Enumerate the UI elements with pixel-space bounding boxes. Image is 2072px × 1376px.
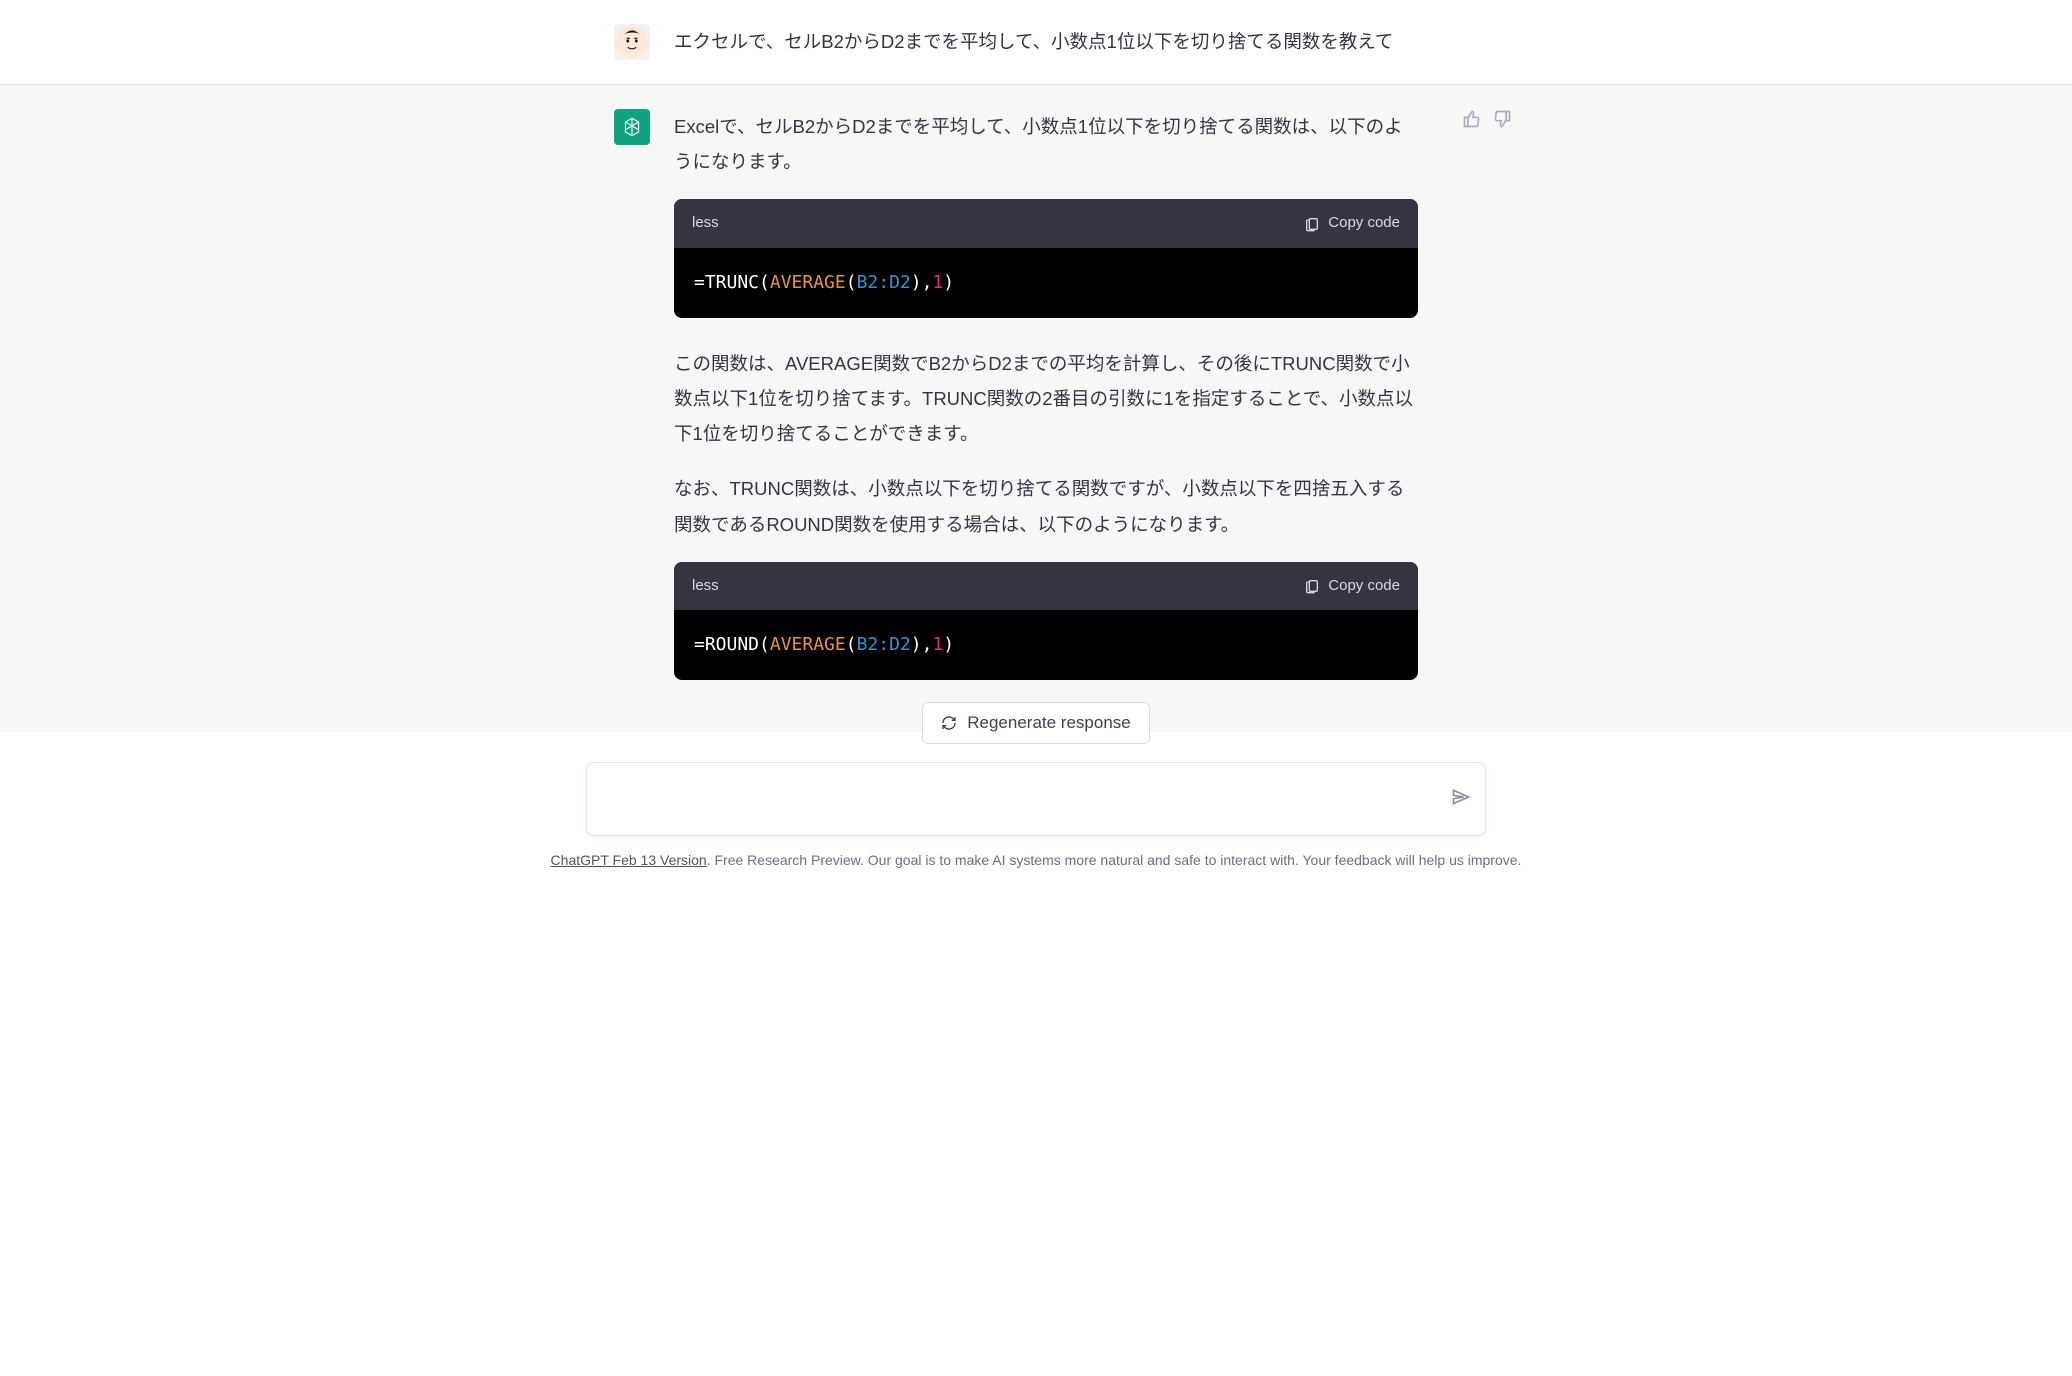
chat-input[interactable] — [605, 779, 1433, 815]
thumbs-down-icon — [1492, 109, 1512, 129]
footer-rest: . Free Research Preview. Our goal is to … — [707, 852, 1522, 868]
clipboard-icon — [1304, 578, 1320, 594]
code-block-trunc: less Copy code =TRUNC(AVERAGE(B2:D2),1) — [674, 199, 1418, 318]
send-button[interactable] — [1451, 787, 1471, 811]
assistant-paragraph: Excelで、セルB2からD2までを平均して、小数点1位以下を切り捨てる関数は、… — [674, 109, 1418, 179]
code-block-round: less Copy code =ROUND(AVERAGE(B2:D2),1) — [674, 562, 1418, 681]
code-header: less Copy code — [674, 199, 1418, 248]
code-body: =ROUND(AVERAGE(B2:D2),1) — [674, 610, 1418, 680]
assistant-message-body: Excelで、セルB2からD2までを平均して、小数点1位以下を切り捨てる関数は、… — [674, 109, 1458, 708]
thumbs-up-icon — [1462, 109, 1482, 129]
chat-input-container[interactable] — [586, 762, 1486, 836]
clipboard-icon — [1304, 216, 1320, 232]
assistant-avatar — [614, 109, 650, 145]
user-message-text: エクセルで、セルB2からD2までを平均して、小数点1位以下を切り捨てる関数を教え… — [674, 24, 1458, 60]
user-avatar — [614, 24, 650, 60]
copy-code-label: Copy code — [1328, 209, 1400, 238]
code-body: =TRUNC(AVERAGE(B2:D2),1) — [674, 248, 1418, 318]
regenerate-label: Regenerate response — [967, 713, 1131, 733]
send-icon — [1451, 787, 1471, 807]
footer-text: ChatGPT Feb 13 Version. Free Research Pr… — [0, 852, 2072, 868]
thumbs-down-button[interactable] — [1492, 109, 1512, 133]
refresh-icon — [941, 715, 957, 731]
regenerate-button[interactable]: Regenerate response — [922, 702, 1150, 744]
feedback-actions — [1462, 109, 1512, 133]
copy-code-button[interactable]: Copy code — [1304, 209, 1400, 238]
code-lang-label: less — [692, 572, 719, 601]
assistant-paragraph: この関数は、AVERAGE関数でB2からD2までの平均を計算し、その後にTRUN… — [674, 346, 1418, 451]
code-header: less Copy code — [674, 562, 1418, 611]
copy-code-label: Copy code — [1328, 572, 1400, 601]
thumbs-up-button[interactable] — [1462, 109, 1482, 133]
assistant-paragraph: なお、TRUNC関数は、小数点以下を切り捨てる関数ですが、小数点以下を四捨五入す… — [674, 471, 1418, 541]
version-link[interactable]: ChatGPT Feb 13 Version — [551, 852, 707, 868]
user-message-row: エクセルで、セルB2からD2までを平均して、小数点1位以下を切り捨てる関数を教え… — [0, 0, 2072, 85]
copy-code-button[interactable]: Copy code — [1304, 572, 1400, 601]
code-lang-label: less — [692, 209, 719, 238]
assistant-message-row: Excelで、セルB2からD2までを平均して、小数点1位以下を切り捨てる関数は、… — [0, 85, 2072, 732]
